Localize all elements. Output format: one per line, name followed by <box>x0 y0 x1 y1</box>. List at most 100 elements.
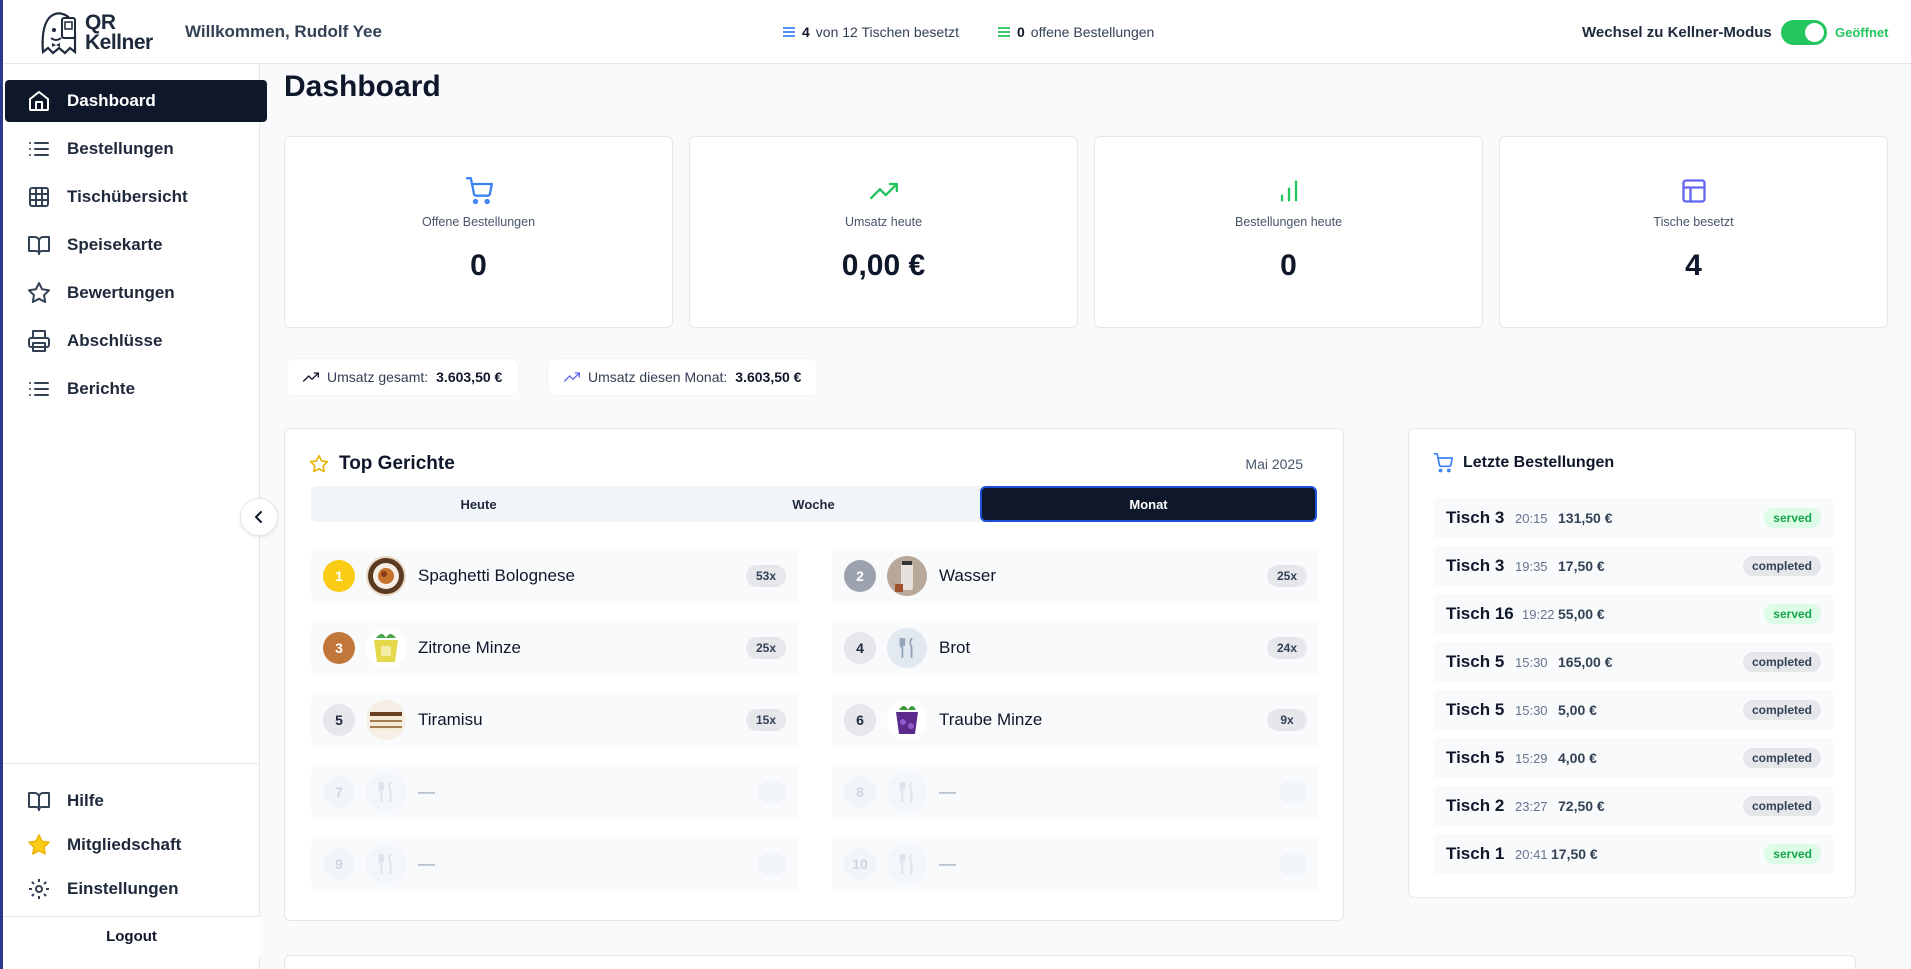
kpi-orders-today: Bestellungen heute 0 <box>1094 136 1483 328</box>
order-time: 19:35 <box>1515 558 1548 574</box>
dish-thumbnail <box>887 772 927 812</box>
tab-monat[interactable]: Monat <box>980 486 1317 522</box>
order-status-badge: served <box>1764 508 1821 528</box>
sidebar-item-label: Mitgliedschaft <box>67 835 182 854</box>
order-amount: 165,00 € <box>1558 654 1613 670</box>
order-table: Tisch 16 <box>1446 604 1514 623</box>
order-amount: 55,00 € <box>1558 606 1605 622</box>
tables-occupied-stat: 4 von 12 Tischen besetzt <box>782 24 959 40</box>
logout-button[interactable]: Logout <box>3 916 260 956</box>
order-row[interactable]: Tisch 3 19:35 17,50 € completed <box>1433 546 1833 586</box>
waiter-mode-label[interactable]: Wechsel zu Kellner-Modus <box>1582 24 1772 41</box>
order-amount: 72,50 € <box>1558 798 1605 814</box>
trending-up-icon <box>869 182 898 200</box>
sidebar-item-abschluesse[interactable]: Abschlüsse <box>5 320 268 362</box>
list-icon <box>29 382 49 396</box>
dish-item[interactable]: 2 Wasser 25x <box>832 549 1319 603</box>
order-row[interactable]: Tisch 5 15:30 165,00 € completed <box>1433 642 1833 682</box>
order-time: 15:29 <box>1515 750 1548 766</box>
order-table: Tisch 5 <box>1446 748 1505 767</box>
tab-heute[interactable]: Heute <box>311 486 646 522</box>
period-label: Mai 2025 <box>1245 456 1303 472</box>
dish-count <box>1279 853 1307 875</box>
dish-item[interactable]: 4 Brot 24x <box>832 621 1319 675</box>
dish-item-empty: 8 — <box>832 765 1319 819</box>
kpi-label: Tische besetzt <box>1653 215 1734 229</box>
sidebar-item-label: Hilfe <box>67 791 104 810</box>
order-row[interactable]: Tisch 1 20:41 17,50 € served <box>1433 834 1833 874</box>
star-icon <box>309 454 329 473</box>
order-status-badge: served <box>1764 844 1821 864</box>
dish-count <box>1279 781 1307 803</box>
order-amount: 131,50 € <box>1558 510 1613 526</box>
open-status-toggle[interactable] <box>1781 20 1827 45</box>
dish-count: 53x <box>746 565 786 587</box>
kpi-value: 0 <box>1280 249 1297 282</box>
cart-icon <box>1433 453 1453 473</box>
rank-badge: 2 <box>844 560 876 592</box>
logo-text-line2: Kellner <box>85 31 153 54</box>
cutlery-icon <box>899 637 913 659</box>
sidebar-item-label: Dashboard <box>67 91 156 110</box>
dish-item[interactable]: 5 Tiramisu 15x <box>311 693 798 747</box>
order-row[interactable]: Tisch 16 19:22 55,00 € served <box>1433 594 1833 634</box>
revenue-total-value: 3.603,50 € <box>436 369 503 385</box>
order-table: Tisch 5 <box>1446 700 1505 719</box>
order-amount: 5,00 € <box>1558 702 1597 718</box>
order-status-badge: served <box>1764 604 1821 624</box>
order-time: 20:15 <box>1515 510 1548 526</box>
dish-item-empty: 9 — <box>311 837 798 891</box>
sidebar-item-bestellungen[interactable]: Bestellungen <box>5 128 268 170</box>
orders-count: 0 <box>1017 24 1025 40</box>
logo[interactable]: QR Kellner <box>37 8 153 58</box>
dish-thumbnail <box>887 628 927 668</box>
sidebar-item-einstellungen[interactable]: Einstellungen <box>5 868 268 910</box>
trending-up-icon <box>303 372 319 382</box>
tiramisu-icon <box>370 712 402 730</box>
rank-badge: 9 <box>323 848 355 880</box>
dish-item[interactable]: 3 Zitrone Minze 25x <box>311 621 798 675</box>
dish-item[interactable]: 6 Traube Minze 9x <box>832 693 1319 747</box>
order-status-badge: completed <box>1742 700 1821 720</box>
sidebar-item-speisekarte[interactable]: Speisekarte <box>5 224 268 266</box>
sidebar-item-label: Speisekarte <box>67 235 163 254</box>
dish-thumbnail <box>887 844 927 884</box>
app-window: QR Kellner Willkommen, Rudolf Yee 4 von … <box>3 0 1911 969</box>
sidebar-item-bewertungen[interactable]: Bewertungen <box>5 272 268 314</box>
collapse-sidebar-button[interactable] <box>240 498 278 536</box>
dish-thumbnail <box>366 628 406 668</box>
page-title: Dashboard <box>284 70 441 103</box>
dish-name: Zitrone Minze <box>418 638 521 657</box>
order-row[interactable]: Tisch 2 23:27 72,50 € completed <box>1433 786 1833 826</box>
home-icon <box>29 91 49 111</box>
cutlery-icon <box>378 781 392 803</box>
order-row[interactable]: Tisch 3 20:15 131,50 € served <box>1433 498 1833 538</box>
tab-woche[interactable]: Woche <box>646 486 981 522</box>
sidebar-item-mitgliedschaft[interactable]: Mitgliedschaft <box>5 824 268 866</box>
ghost-logo-icon <box>41 12 77 55</box>
list-icon <box>998 27 1010 37</box>
period-tabs: Heute Woche Monat <box>311 486 1317 522</box>
dish-item-empty: 10 — <box>832 837 1319 891</box>
rank-badge: 8 <box>844 776 876 808</box>
order-row[interactable]: Tisch 5 15:30 5,00 € completed <box>1433 690 1833 730</box>
sidebar-item-berichte[interactable]: Berichte <box>5 368 268 410</box>
order-table: Tisch 5 <box>1446 652 1505 671</box>
kpi-value: 0,00 € <box>841 249 926 282</box>
next-section-card <box>284 955 1856 969</box>
order-row[interactable]: Tisch 5 15:29 4,00 € completed <box>1433 738 1833 778</box>
dish-item-empty: 7 — <box>311 765 798 819</box>
order-status-badge: completed <box>1742 652 1821 672</box>
dish-item[interactable]: 1 Spaghetti Bolognese 53x <box>311 549 798 603</box>
dish-thumbnail <box>366 844 406 884</box>
cutlery-icon <box>378 853 392 875</box>
order-table: Tisch 1 <box>1446 844 1505 863</box>
grape-mint-drink-icon <box>896 706 918 734</box>
top-dishes-title: Top Gerichte <box>309 453 455 475</box>
top-dishes-card: Top Gerichte Mai 2025 Heute Woche Monat … <box>284 428 1344 921</box>
sidebar-item-hilfe[interactable]: Hilfe <box>5 780 268 822</box>
sidebar-item-dashboard[interactable]: Dashboard <box>5 80 267 122</box>
book-icon <box>28 236 50 255</box>
sidebar-item-tischuebersicht[interactable]: Tischübersicht <box>5 176 268 218</box>
kpi-tables-occupied: Tische besetzt 4 <box>1499 136 1888 328</box>
